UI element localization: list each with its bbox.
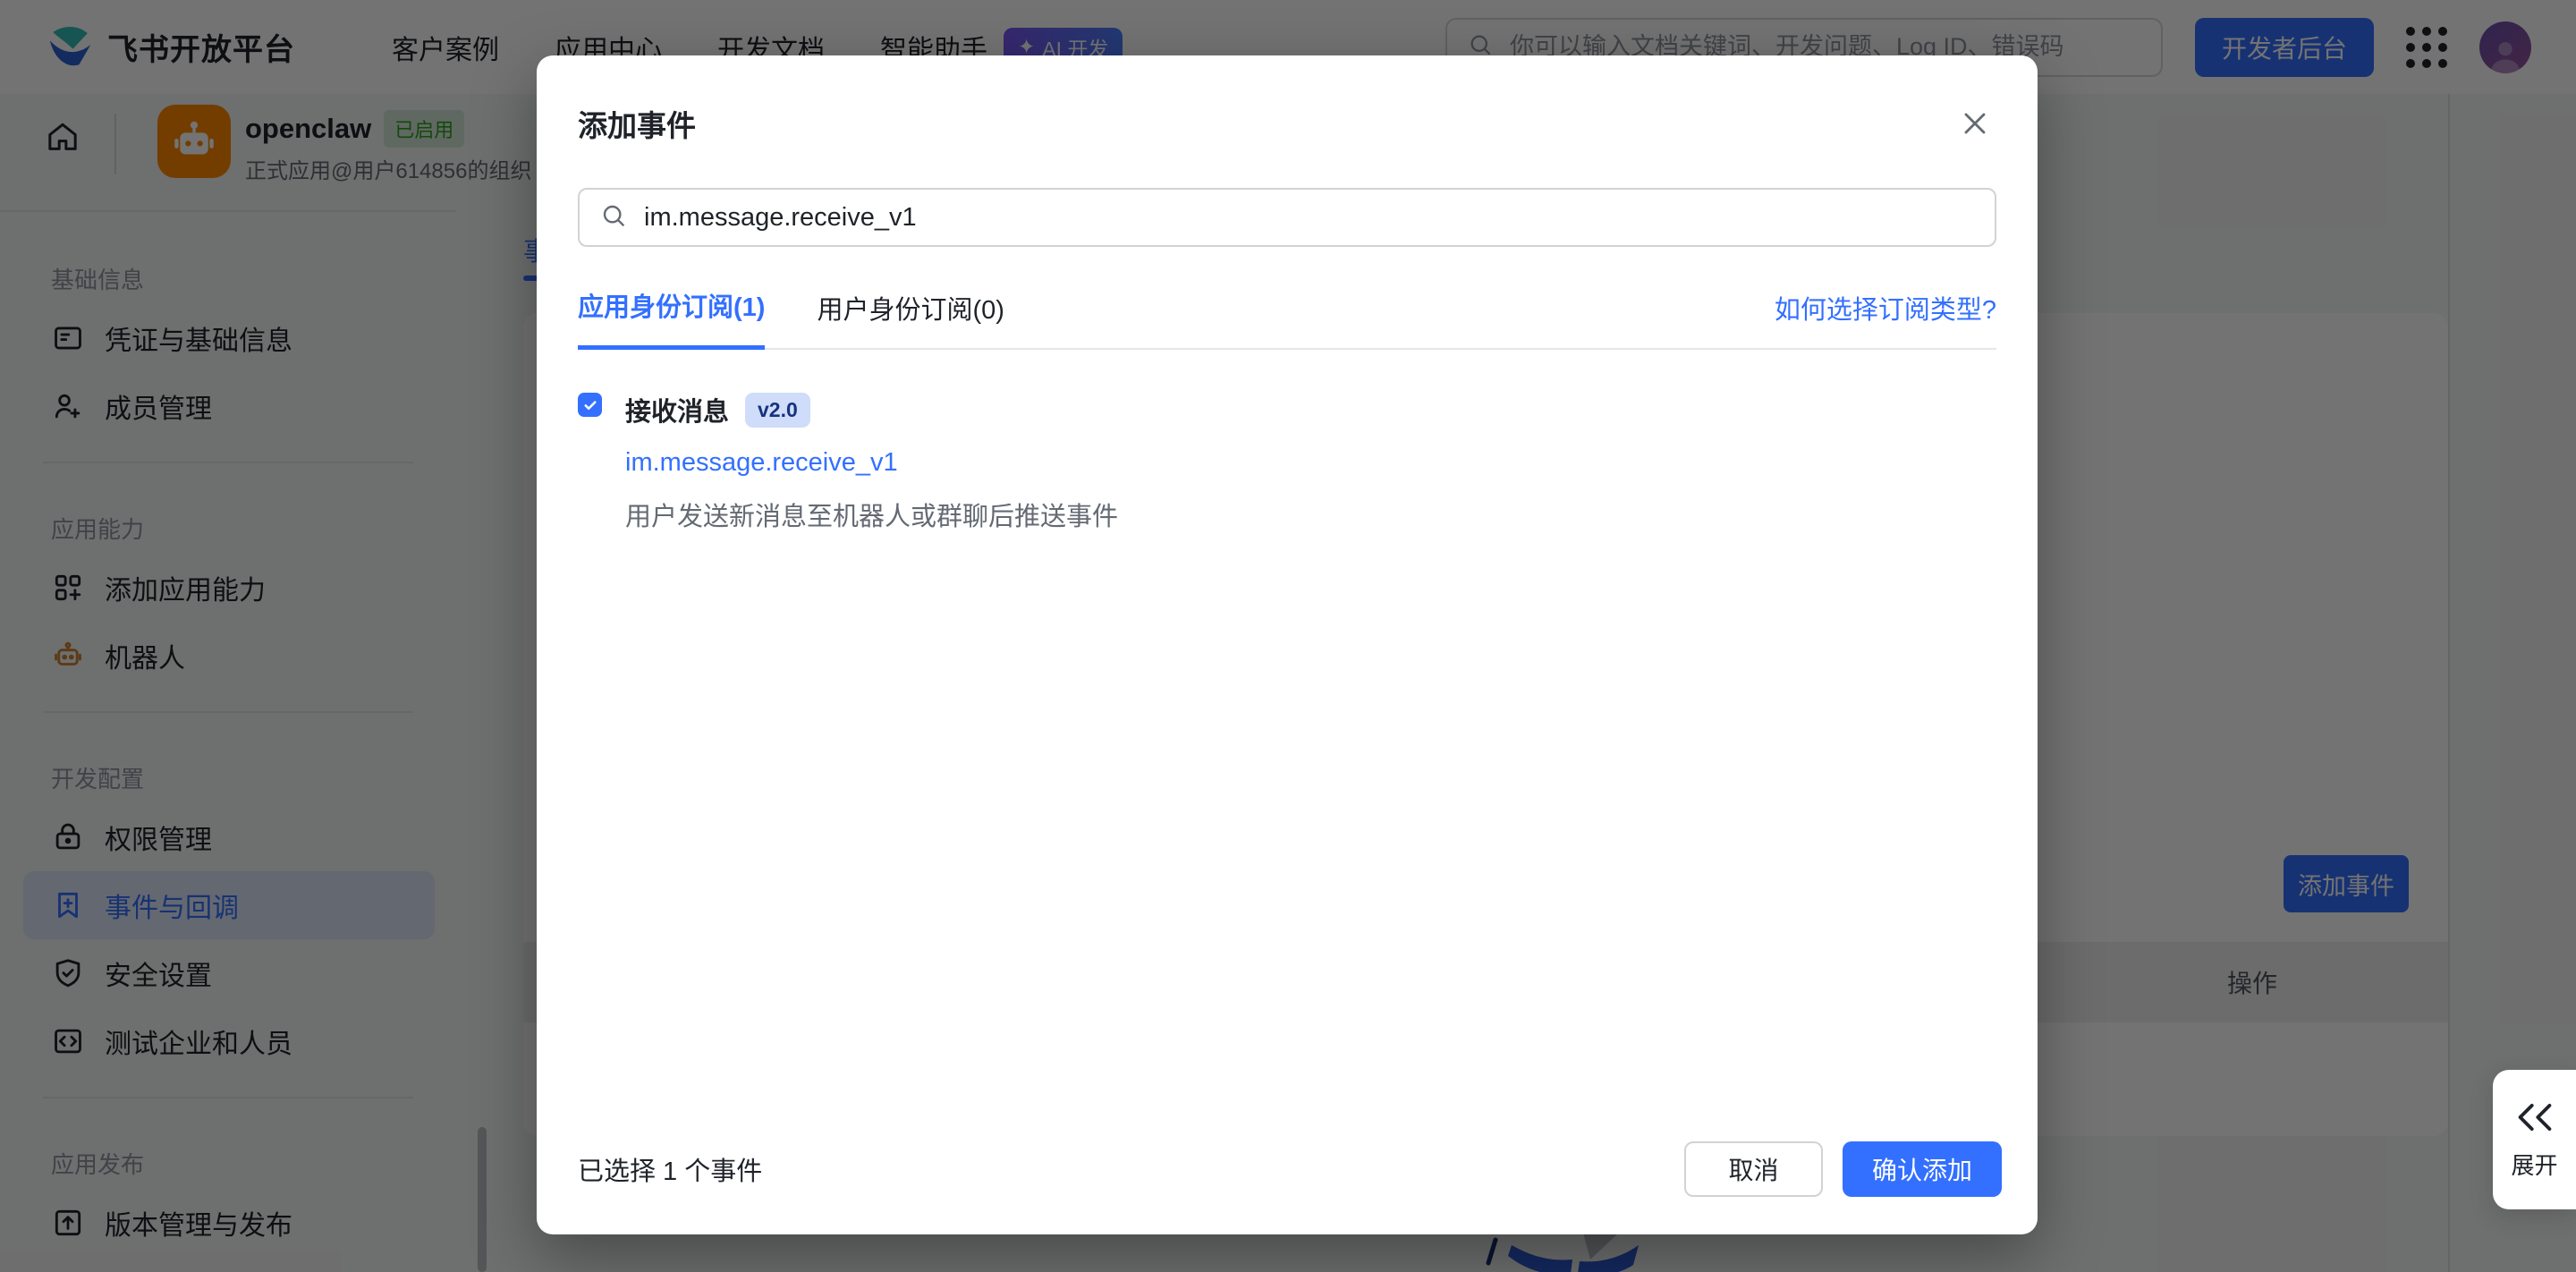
tab-user-subscription[interactable]: 用户身份订阅(0) [817,289,1004,348]
modal-footer: 已选择 1 个事件 取消 确认添加 [578,1141,2002,1197]
subscription-help-link[interactable]: 如何选择订阅类型? [1775,289,1996,348]
expand-label: 展开 [2511,1148,2557,1181]
confirm-add-button[interactable]: 确认添加 [1843,1141,2002,1197]
page: 飞书开放平台 客户案例 应用中心 开发文档 智能助手 ✦AI 开发 开发者后台 [0,0,2576,1272]
modal-search-input[interactable] [642,202,1975,233]
event-version-badge: v2.0 [745,393,810,428]
cancel-button[interactable]: 取消 [1684,1141,1823,1197]
tab-app-subscription[interactable]: 应用身份订阅(1) [578,286,765,350]
event-code-link[interactable]: im.message.receive_v1 [625,448,1118,478]
selected-count-text: 已选择 1 个事件 [578,1150,762,1188]
event-list-item: 接收消息 v2.0 im.message.receive_v1 用户发送新消息至… [578,391,1996,533]
modal-title: 添加事件 [578,55,1996,145]
event-description: 用户发送新消息至机器人或群聊后推送事件 [625,496,1118,533]
event-checkbox-checked[interactable] [578,393,602,417]
add-event-modal: 添加事件 应用身份订阅(1) 用户身份订阅(0) 如何选择订阅类型? 接收消息 … [537,55,2038,1234]
collapse-double-chevron-icon [2514,1099,2555,1135]
close-icon[interactable] [1957,106,1993,146]
expand-panel-button[interactable]: 展开 [2493,1070,2576,1209]
modal-search[interactable] [578,188,1996,247]
search-icon [599,201,628,234]
modal-tabs: 应用身份订阅(1) 用户身份订阅(0) 如何选择订阅类型? [578,286,1996,350]
event-name: 接收消息 [625,391,729,428]
